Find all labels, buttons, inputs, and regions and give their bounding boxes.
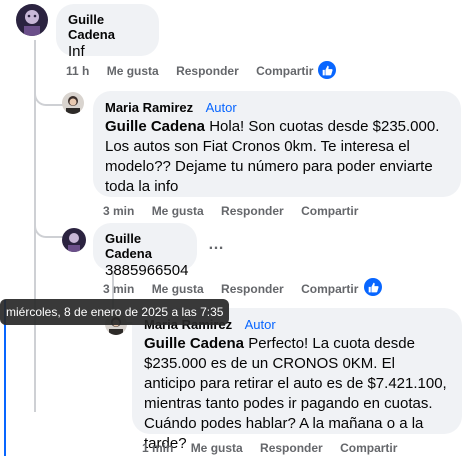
mention-link[interactable]: Guille Cadena — [144, 335, 244, 352]
comment-actions: 1 min Me gusta Responder Compartir — [142, 441, 411, 455]
mention-link[interactable]: Guille Cadena — [105, 118, 205, 135]
comment-bubble: Guille Cadena 3885966504 — [93, 223, 197, 279]
like-button[interactable]: Me gusta — [152, 204, 204, 218]
comment-time[interactable]: 3 min — [103, 282, 134, 296]
comment-bubble: Maria Ramirez Autor Guille Cadena Hola! … — [93, 91, 461, 197]
thread-connector — [34, 210, 64, 238]
avatar[interactable] — [62, 92, 84, 114]
share-button[interactable]: Compartir — [301, 204, 358, 218]
like-reaction-icon[interactable] — [364, 278, 382, 296]
like-button[interactable]: Me gusta — [152, 282, 204, 296]
share-button[interactable]: Compartir — [340, 441, 397, 455]
comment-bubble: Maria Ramirez Autor Guille Cadena Perfec… — [132, 308, 462, 452]
author-badge: Autor — [205, 100, 237, 115]
avatar[interactable] — [16, 4, 48, 36]
avatar[interactable] — [62, 228, 86, 252]
like-button[interactable]: Me gusta — [191, 441, 243, 455]
comment-time[interactable]: 1 min — [142, 441, 173, 455]
reply-button[interactable]: Responder — [176, 64, 239, 78]
comment-text: Inf — [68, 43, 85, 60]
share-button[interactable]: Compartir — [256, 64, 313, 78]
comment-actions: 3 min Me gusta Responder Compartir — [103, 204, 372, 218]
comment-time[interactable]: 3 min — [103, 204, 134, 218]
comment-author[interactable]: Guille Cadena — [68, 12, 147, 42]
more-options-icon[interactable]: … — [208, 236, 224, 254]
like-reaction-icon[interactable] — [318, 61, 336, 79]
comment-text: Guille Cadena Perfecto! La cuota desde $… — [144, 334, 450, 454]
share-button[interactable]: Compartir — [301, 282, 358, 296]
like-button[interactable]: Me gusta — [107, 64, 159, 78]
comment-bubble: Guille Cadena Inf — [56, 4, 159, 60]
author-badge: Autor — [244, 317, 276, 332]
comment-actions: 3 min Me gusta Responder Compartir — [103, 282, 372, 296]
timestamp-tooltip: miércoles, 8 de enero de 2025 a las 7:35 — [0, 299, 230, 325]
comment-actions: 11 h Me gusta Responder Compartir — [66, 64, 327, 78]
thread-connector — [34, 80, 64, 106]
reply-button[interactable]: Responder — [260, 441, 323, 455]
comment-body: Perfecto! La cuota desde $235.000 es de … — [144, 335, 447, 452]
reply-button[interactable]: Responder — [221, 204, 284, 218]
comment-author[interactable]: Guille Cadena — [105, 231, 185, 261]
comment-text: Guille Cadena Hola! Son cuotas desde $23… — [105, 117, 449, 197]
comment-time[interactable]: 11 h — [66, 64, 89, 78]
reply-button[interactable]: Responder — [221, 282, 284, 296]
comment-text: 3885966504 — [105, 262, 189, 279]
comment-author[interactable]: Maria Ramirez — [105, 100, 193, 115]
